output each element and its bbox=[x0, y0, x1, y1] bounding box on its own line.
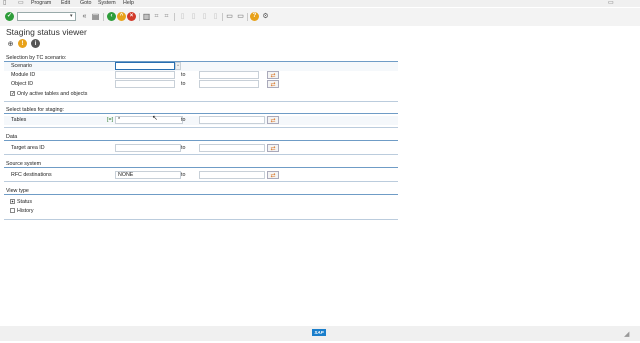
menu-bar: ▯ ▭ Program Edit Goto System Help ▭ bbox=[0, 0, 640, 7]
menu-goto[interactable]: Goto bbox=[80, 0, 91, 7]
tc-scenario-frame: Selection by TC scenario: Scenario ▫ Mod… bbox=[4, 55, 398, 102]
to-label: to bbox=[181, 172, 186, 178]
window-menu-icon[interactable]: ▭ bbox=[18, 0, 24, 7]
execute-icon[interactable]: ⊕ bbox=[6, 39, 15, 48]
command-field[interactable] bbox=[17, 12, 76, 21]
status-bar: SAP ◢ bbox=[0, 326, 640, 341]
last-page-icon[interactable]: ▯ bbox=[211, 12, 220, 21]
target-area-to-input[interactable] bbox=[199, 144, 265, 152]
shortcut-icon[interactable]: ▭ bbox=[236, 12, 245, 21]
menu-edit[interactable]: Edit bbox=[61, 0, 70, 7]
to-label: to bbox=[181, 81, 186, 87]
only-active-label: Only active tables and objects bbox=[17, 91, 88, 97]
info-icon[interactable]: i bbox=[31, 39, 40, 48]
module-id-label: Module ID bbox=[11, 72, 36, 78]
history-radio[interactable] bbox=[10, 208, 15, 213]
cancel-icon[interactable]: × bbox=[127, 12, 136, 21]
data-frame: Data Target area ID to ⇄ bbox=[4, 134, 398, 155]
standard-toolbar: ✓ ▾ « ▤ ‹ ^ × ▥ ⌗ ⌗ ▯ ▯ ▯ ▯ ▭ ▭ ? ⚙ bbox=[0, 8, 640, 26]
target-area-id-label: Target area ID bbox=[11, 145, 45, 151]
find-next-icon[interactable]: ⌗ bbox=[162, 12, 171, 21]
object-id-from-input[interactable] bbox=[115, 80, 175, 88]
object-id-to-input[interactable] bbox=[199, 80, 259, 88]
tables-from-input[interactable]: * bbox=[115, 116, 183, 124]
target-area-from-input[interactable] bbox=[115, 144, 181, 152]
module-id-to-input[interactable] bbox=[199, 71, 259, 79]
value-help-icon[interactable]: ▫ bbox=[175, 62, 181, 70]
rfc-destinations-label: RFC destinations bbox=[11, 172, 52, 178]
mouse-cursor-icon: ↖ bbox=[152, 115, 158, 122]
save-icon[interactable]: ▤ bbox=[91, 12, 100, 21]
rfc-from-input[interactable]: NONE bbox=[115, 171, 181, 179]
print-icon[interactable]: ▥ bbox=[142, 12, 151, 21]
exit-icon[interactable]: ^ bbox=[117, 12, 126, 21]
help-icon[interactable]: ? bbox=[250, 12, 259, 21]
collapse-icon[interactable]: « bbox=[80, 12, 89, 21]
tables-staging-frame: Select tables for staging: Tables [=] * … bbox=[4, 107, 398, 128]
multiple-selection-icon[interactable]: ⇄ bbox=[267, 71, 279, 79]
selection-option-icon[interactable]: [=] bbox=[107, 117, 113, 123]
find-icon[interactable]: ⌗ bbox=[152, 12, 161, 21]
page-title: Staging status viewer bbox=[6, 27, 87, 37]
history-label: History bbox=[17, 208, 34, 214]
variant-icon[interactable]: ! bbox=[18, 39, 27, 48]
module-id-from-input[interactable] bbox=[115, 71, 175, 79]
multiple-selection-icon[interactable]: ⇄ bbox=[267, 171, 279, 179]
multiple-selection-icon[interactable]: ⇄ bbox=[267, 116, 279, 124]
resize-grip-icon[interactable]: ◢ bbox=[624, 330, 629, 338]
to-label: to bbox=[181, 72, 186, 78]
multiple-selection-icon[interactable]: ⇄ bbox=[267, 80, 279, 88]
scenario-input[interactable] bbox=[115, 62, 175, 70]
only-active-checkbox[interactable]: ✓ bbox=[10, 91, 15, 97]
first-page-icon[interactable]: ▯ bbox=[178, 12, 187, 21]
to-label: to bbox=[181, 117, 186, 123]
menu-help[interactable]: Help bbox=[123, 0, 134, 7]
tables-label: Tables bbox=[11, 117, 27, 123]
system-menu-icon[interactable]: ▯ bbox=[3, 0, 6, 7]
settings-icon[interactable]: ⚙ bbox=[261, 12, 270, 21]
view-type-frame: View type Status History bbox=[4, 188, 398, 220]
object-id-label: Object ID bbox=[11, 81, 34, 87]
minimize-window-icon[interactable]: ▭ bbox=[608, 0, 614, 7]
previous-page-icon[interactable]: ▯ bbox=[189, 12, 198, 21]
check-icon[interactable]: ✓ bbox=[5, 12, 14, 21]
to-label: to bbox=[181, 145, 186, 151]
sap-logo: SAP bbox=[312, 329, 326, 336]
source-system-frame: Source system RFC destinations NONE to ⇄ bbox=[4, 161, 398, 182]
tables-to-input[interactable] bbox=[199, 116, 265, 124]
back-icon[interactable]: ‹ bbox=[107, 12, 116, 21]
status-label: Status bbox=[17, 199, 33, 205]
chevron-down-icon[interactable]: ▾ bbox=[70, 13, 73, 19]
status-radio[interactable] bbox=[10, 199, 15, 204]
create-session-icon[interactable]: ▭ bbox=[225, 12, 234, 21]
multiple-selection-icon[interactable]: ⇄ bbox=[267, 144, 279, 152]
menu-system[interactable]: System bbox=[98, 0, 116, 7]
next-page-icon[interactable]: ▯ bbox=[200, 12, 209, 21]
rfc-to-input[interactable] bbox=[199, 171, 265, 179]
scenario-label: Scenario bbox=[11, 63, 32, 69]
menu-program[interactable]: Program bbox=[31, 0, 51, 7]
